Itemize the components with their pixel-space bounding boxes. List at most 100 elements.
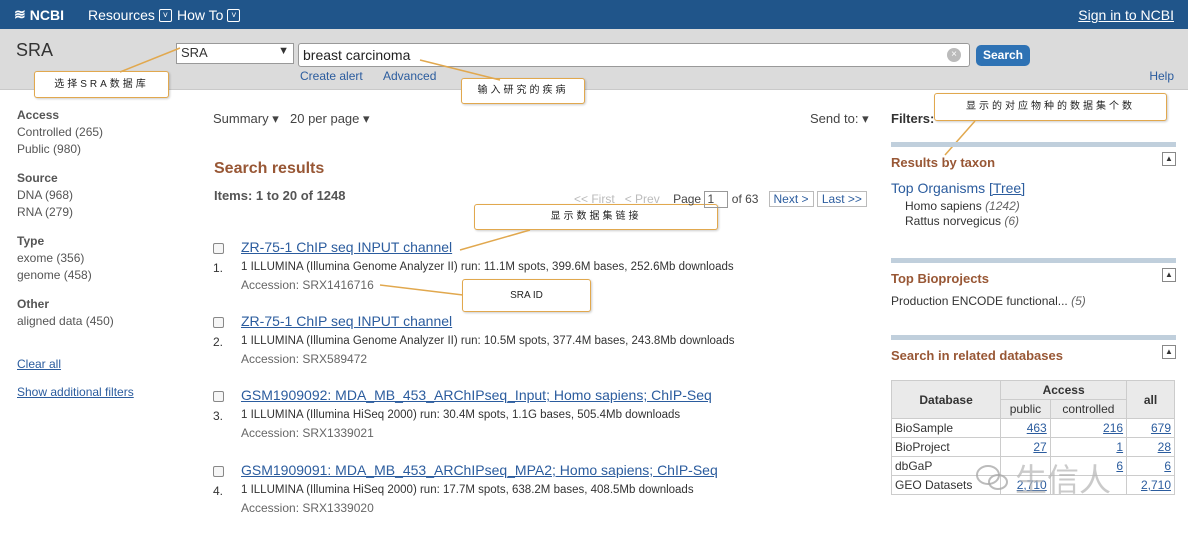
top-organisms-label: Top Organisms — [891, 180, 986, 196]
filter-item[interactable]: Controlled (265) — [17, 125, 177, 139]
items-count: Items: 1 to 20 of 1248 — [214, 188, 346, 203]
filter-item[interactable]: genome (458) — [17, 268, 177, 282]
table-row: BioSample 463 216 679 — [890, 418, 1175, 438]
per-page-menu[interactable]: 20 per page ▾ — [290, 111, 370, 127]
organism-item[interactable]: Rattus norvegicus (6) — [905, 214, 1176, 228]
filter-group-source: Source DNA (968) RNA (279) — [17, 171, 177, 219]
result-title-link[interactable]: ZR-75-1 ChIP seq INPUT channel — [241, 313, 452, 329]
panel-divider — [891, 258, 1176, 263]
col-public: public — [1000, 399, 1051, 419]
all-count-link[interactable]: 6 — [1126, 456, 1175, 476]
controlled-count-link[interactable]: 1 — [1049, 437, 1128, 457]
result-number: 1. — [213, 261, 224, 275]
filter-item[interactable]: RNA (279) — [17, 205, 177, 219]
summary-label: Summary — [213, 111, 269, 126]
filter-group-heading: Source — [17, 171, 58, 185]
pointer-line — [379, 284, 464, 296]
result-checkbox[interactable] — [213, 466, 224, 477]
dropdown-arrow-icon: ▾ — [363, 111, 370, 126]
public-count-link[interactable]: 27 — [1000, 437, 1051, 457]
first-page-link[interactable]: << First — [574, 192, 615, 206]
page-number-input[interactable]: 1 — [704, 191, 729, 208]
result-checkbox[interactable] — [213, 391, 224, 402]
result-number: 2. — [213, 335, 224, 349]
filter-item[interactable]: exome (356) — [17, 251, 177, 265]
watermark: 生信人 — [975, 455, 1111, 501]
last-page-button[interactable]: Last >> — [816, 191, 867, 207]
panel-heading: Search in related databases — [891, 348, 1063, 363]
filter-group-type: Type exome (356) genome (458) — [17, 234, 177, 282]
result-title-link[interactable]: GSM1909092: MDA_MB_453_ARChIPseq_Input; … — [241, 387, 712, 403]
all-count-link[interactable]: 2,710 — [1126, 475, 1175, 495]
send-to-label: Send to: — [810, 111, 859, 126]
results-title: Search results — [214, 160, 325, 177]
prev-page-link[interactable]: < Prev — [625, 192, 660, 206]
organism-count: (1242) — [985, 199, 1020, 213]
panel-divider — [891, 335, 1176, 340]
page-label: Page — [673, 192, 702, 206]
collapse-icon[interactable]: ▲ — [1162, 152, 1176, 166]
result-checkbox[interactable] — [213, 317, 224, 328]
result-title-link[interactable]: GSM1909091: MDA_MB_453_ARChIPseq_MPA2; H… — [241, 462, 718, 478]
controlled-count-link[interactable]: 216 — [1049, 418, 1128, 438]
result-description: 1 ILLUMINA (Illumina Genome Analyzer II)… — [241, 335, 735, 347]
dropdown-arrow-icon: ▾ — [272, 111, 279, 126]
send-to-menu[interactable]: Send to: ▾ — [810, 111, 869, 127]
result-description: 1 ILLUMINA (Illumina Genome Analyzer II)… — [241, 261, 734, 273]
filter-group-heading: Access — [17, 108, 60, 122]
filter-sidebar: Access Controlled (265) Public (980) Sou… — [17, 108, 177, 343]
all-count-link[interactable]: 679 — [1126, 418, 1175, 438]
pointer-line — [119, 47, 181, 73]
organism-name: Homo sapiens — [905, 199, 982, 213]
organism-name: Rattus norvegicus — [905, 214, 1002, 228]
panel-heading: Top Bioprojects — [891, 271, 989, 286]
bioproject-item[interactable]: Production ENCODE functional... (5) — [891, 294, 1176, 308]
clear-all-link[interactable]: Clear all — [17, 357, 61, 371]
filter-group-heading: Type — [17, 234, 45, 248]
filter-item[interactable]: DNA (968) — [17, 188, 177, 202]
col-database: Database — [890, 380, 1002, 419]
wechat-icon — [976, 465, 1008, 490]
next-page-button[interactable]: Next > — [768, 191, 814, 207]
result-number: 4. — [213, 484, 224, 498]
collapse-icon[interactable]: ▲ — [1162, 268, 1176, 282]
pointer-line — [419, 59, 501, 81]
related-db-panel: ▲ Search in related databases — [891, 335, 1176, 363]
pager: << First < Prev Page 1 of 63 Next > Last… — [574, 191, 867, 208]
filters-label: Filters: — [891, 111, 935, 126]
organism-item[interactable]: Homo sapiens (1242) — [905, 199, 1176, 213]
col-all: all — [1126, 380, 1175, 419]
col-access: Access — [1000, 380, 1128, 400]
top-organisms-row: Top Organisms [Tree] — [891, 180, 1176, 196]
result-accession: Accession: SRX1339021 — [241, 426, 374, 440]
summary-format-menu[interactable]: Summary ▾ — [213, 111, 279, 127]
bioproject-name: Production ENCODE functional... — [891, 294, 1068, 308]
result-number: 3. — [213, 409, 224, 423]
db-name: BioProject — [890, 437, 1002, 457]
watermark-text: 生信人 — [1015, 462, 1112, 498]
result-accession: Accession: SRX1416716 — [241, 278, 374, 292]
result-description: 1 ILLUMINA (Illumina HiSeq 2000) run: 17… — [241, 484, 694, 496]
result-title-link[interactable]: ZR-75-1 ChIP seq INPUT channel — [241, 239, 452, 255]
taxon-panel: ▲ Results by taxon Top Organisms [Tree] … — [891, 142, 1176, 228]
show-additional-filters-link[interactable]: Show additional filters — [17, 385, 134, 399]
db-name: BioSample — [890, 418, 1002, 438]
collapse-icon[interactable]: ▲ — [1162, 345, 1176, 359]
public-count-link[interactable]: 463 — [1000, 418, 1051, 438]
all-count-link[interactable]: 28 — [1126, 437, 1175, 457]
dropdown-arrow-icon: ▾ — [862, 111, 869, 126]
result-accession: Accession: SRX589472 — [241, 352, 368, 366]
bioprojects-panel: ▲ Top Bioprojects Production ENCODE func… — [891, 258, 1176, 308]
tree-link[interactable]: [Tree] — [989, 180, 1025, 196]
result-checkbox[interactable] — [213, 243, 224, 254]
result-description: 1 ILLUMINA (Illumina HiSeq 2000) run: 30… — [241, 409, 681, 421]
filter-item[interactable]: aligned data (450) — [17, 314, 177, 328]
result-accession: Accession: SRX1339020 — [241, 501, 374, 515]
per-page-label: 20 per page — [290, 111, 360, 126]
filter-item[interactable]: Public (980) — [17, 142, 177, 156]
filter-group-access: Access Controlled (265) Public (980) — [17, 108, 177, 156]
organism-count: (6) — [1004, 214, 1020, 228]
bioproject-count: (5) — [1071, 294, 1086, 308]
pointer-line — [459, 229, 531, 251]
col-controlled: controlled — [1049, 399, 1128, 419]
